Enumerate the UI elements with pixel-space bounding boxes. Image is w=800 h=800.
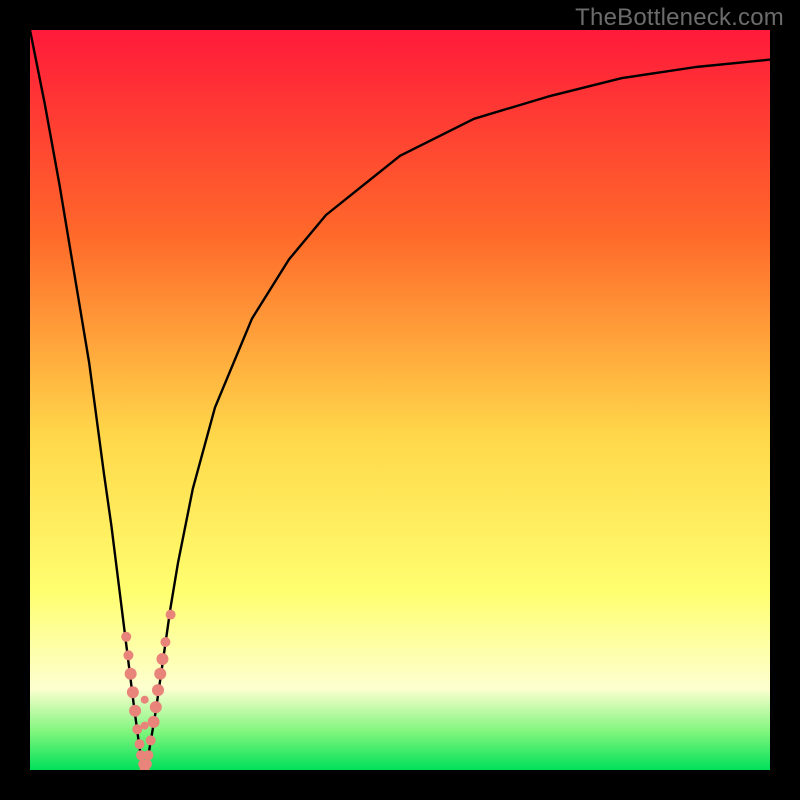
bottleneck-chart: [30, 30, 770, 770]
data-marker: [160, 637, 170, 647]
data-marker: [135, 739, 145, 749]
data-marker: [142, 759, 152, 769]
data-marker: [123, 650, 133, 660]
data-marker: [129, 705, 141, 717]
data-marker: [141, 696, 149, 704]
data-marker: [121, 632, 131, 642]
watermark-text: TheBottleneck.com: [575, 4, 784, 32]
data-marker: [152, 684, 164, 696]
data-marker: [146, 735, 156, 745]
data-marker: [154, 668, 166, 680]
data-marker: [156, 653, 168, 665]
data-marker: [148, 716, 160, 728]
chart-frame: TheBottleneck.com: [0, 0, 800, 800]
data-marker: [150, 701, 162, 713]
data-marker: [143, 750, 153, 760]
data-marker: [125, 668, 137, 680]
data-marker: [127, 686, 139, 698]
data-marker: [166, 610, 176, 620]
data-marker: [141, 722, 149, 730]
gradient-background: [30, 30, 770, 770]
